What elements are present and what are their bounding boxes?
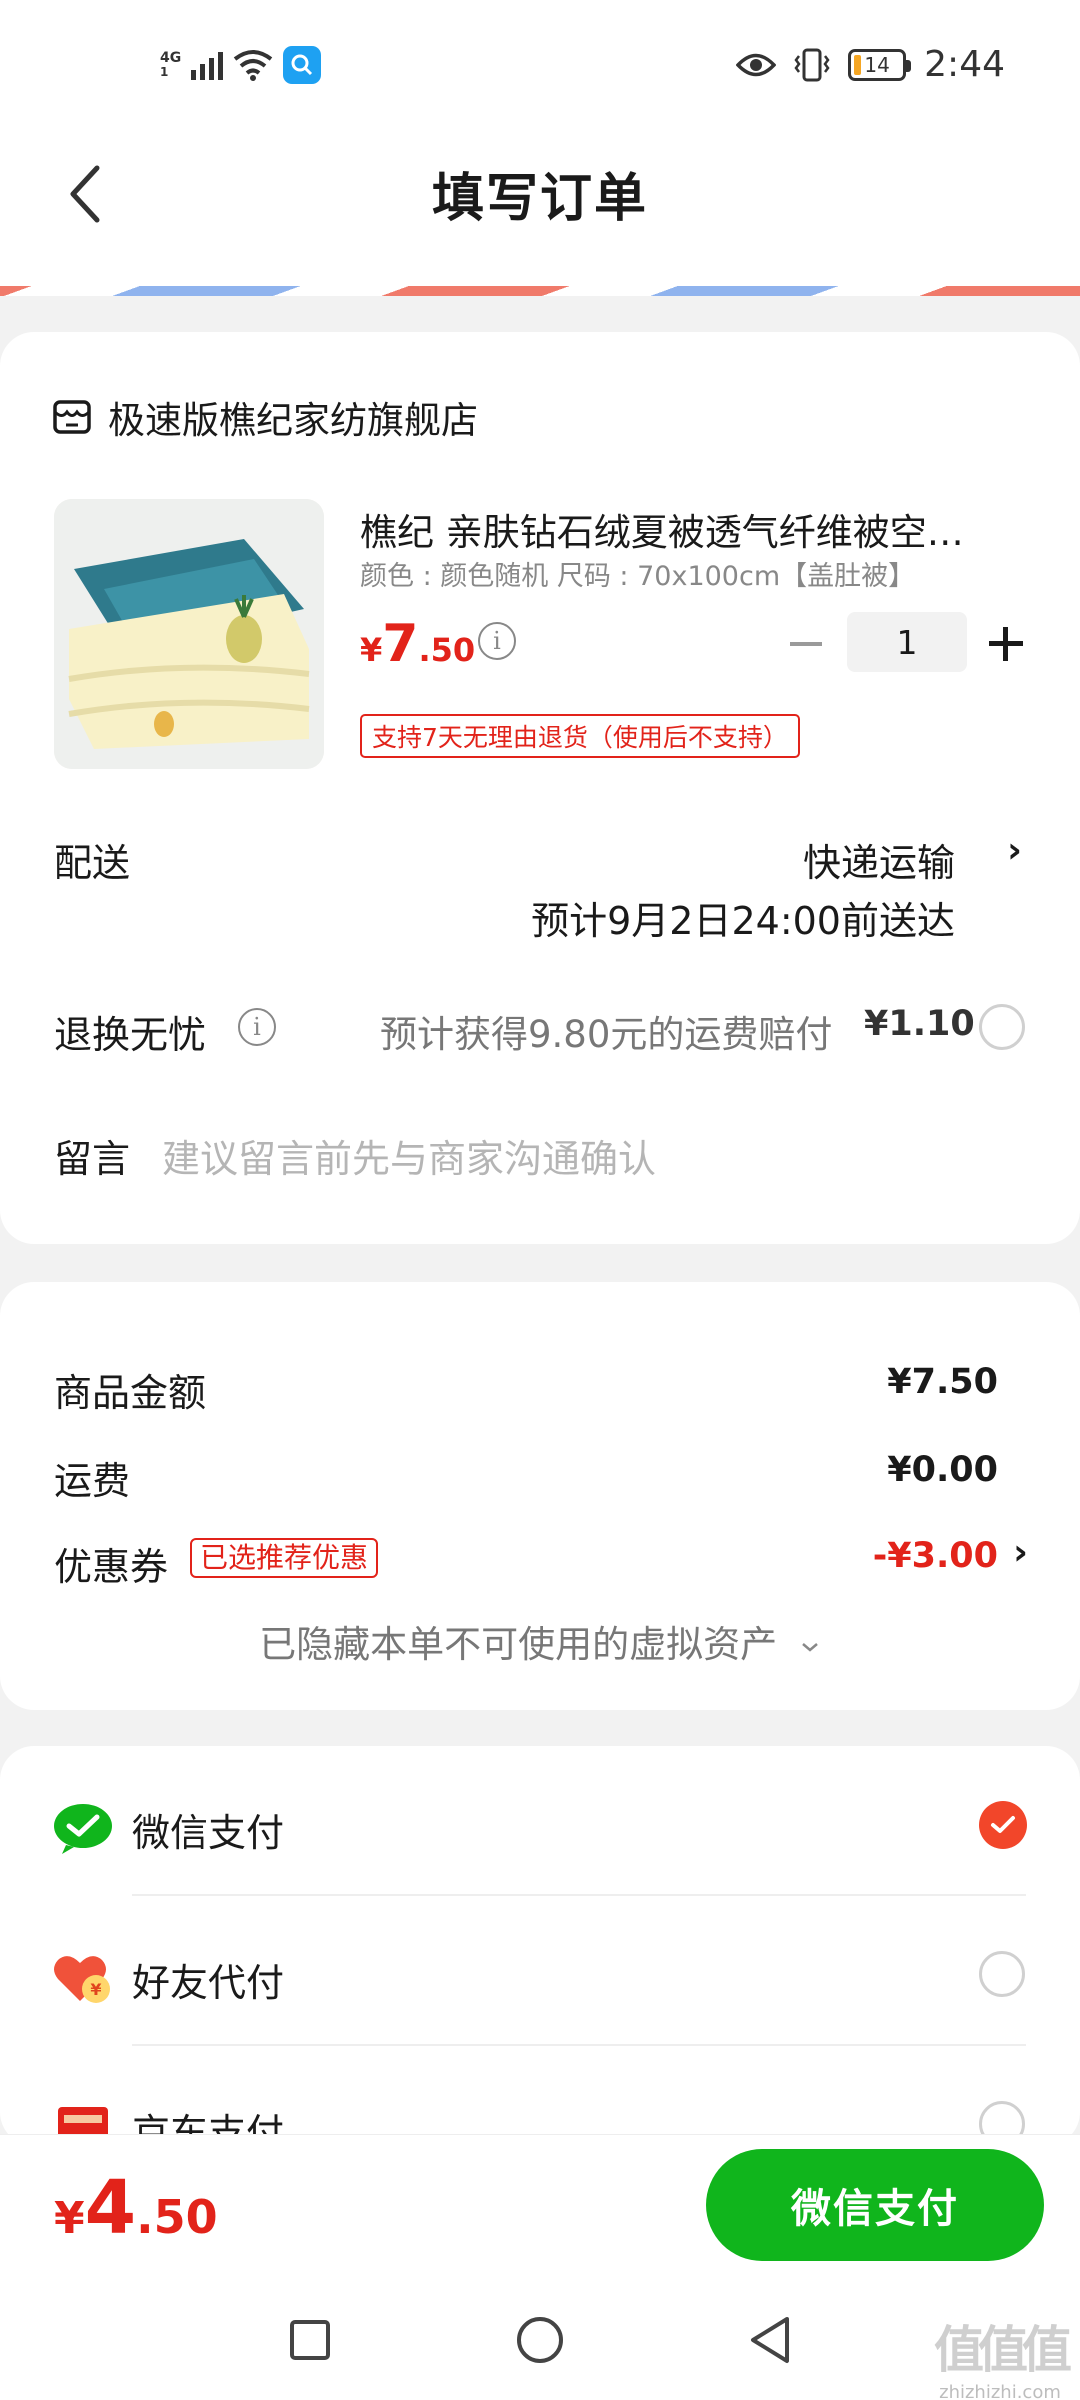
quantity-increase-button[interactable] [985,623,1027,665]
coupon-tag: 已选推荐优惠 [190,1538,379,1578]
worry-free-label: 退换无忧 [54,1013,207,1057]
friend-pay-icon: ¥ [54,1956,110,2003]
shipping-label: 运费 [54,1459,131,1503]
price-info-icon[interactable]: i [478,622,516,660]
goods-amount-value: ¥7.50 [887,1362,998,1402]
payment-methods-card: 微信支付 ¥ 好友代付 京东支付 [0,1746,1080,2146]
network-type: 4G [160,50,182,66]
price-summary-card: 商品金额 ¥7.50 运费 ¥0.00 优惠券 已选推荐优惠 -¥3.00 › … [0,1282,1080,1710]
airmail-border [0,280,1080,296]
shipping-value: ¥0.00 [887,1450,998,1490]
watermark-text: zhizhizhi.com [939,2382,1061,2400]
payment-option-jd[interactable]: 京东支付 [0,2046,1080,2146]
battery-level: 14 [864,52,890,77]
battery-icon: 14 [848,48,912,81]
watermark: 值值值 zhizhizhi.com [930,2310,1072,2400]
coupon-value[interactable]: -¥3.00 [873,1536,998,1576]
system-nav-bar [0,2282,1080,2400]
checkmark-icon [991,1816,1015,1833]
status-bar: 4G 1 14 2:44 [0,0,1080,130]
product-title[interactable]: 樵纪 亲肤钻石绒夏被透气纤维被空调被 [360,502,1000,556]
product-spec: 颜色 : 颜色随机 尺码 : 70x100cm【盖肚被】 [360,561,916,592]
product-image[interactable] [54,499,324,769]
vibrate-icon [794,48,830,81]
chevron-down-icon [802,1642,818,1652]
page-title: 填写订单 [431,169,648,229]
quantity-value[interactable]: 1 [847,612,967,672]
goods-amount-label: 商品金额 [54,1371,207,1415]
page-header: 填写订单 [0,130,1080,280]
checkout-bar: ¥ 4 .50 微信支付 [0,2134,1080,2282]
payment-radio[interactable] [979,1951,1025,1997]
total-integer: 4 [84,2165,137,2251]
svg-text:¥: ¥ [90,1980,101,1999]
coupon-chevron-icon[interactable]: › [1013,1532,1028,1573]
payment-label: 微信支付 [132,1811,285,1855]
square-icon [290,2320,330,2360]
order-card: 极速版樵纪家纺旗舰店 樵纪 亲肤钻石绒夏被透气纤维被空调被 颜色 : 颜色随机 … [0,332,1080,1244]
order-total: ¥ 4 .50 [54,2165,218,2251]
return-policy-tag: 支持7天无理由退货（使用后不支持） [360,714,800,758]
status-right: 14 2:44 [736,44,1005,85]
total-decimal: .50 [136,2190,218,2244]
payment-option-friend[interactable]: ¥ 好友代付 [0,1896,1080,2046]
shop-header[interactable]: 极速版樵纪家纺旗舰店 [52,390,478,444]
worry-free-description: 预计获得9.80元的运费赔付 [380,1013,833,1056]
wechat-pay-icon [54,1804,112,1854]
price-integer: 7 [382,614,419,674]
circle-icon [517,2317,563,2363]
price-decimal: .50 [418,631,476,669]
wifi-icon [234,50,273,81]
total-currency: ¥ [54,2193,85,2244]
product-price: ¥ 7 .50 [360,614,475,674]
worry-free-info-icon[interactable]: i [238,1008,276,1046]
delivery-label: 配送 [54,841,131,885]
quantity-decrease-button[interactable] [786,624,826,664]
home-button[interactable] [510,2310,570,2370]
pay-button[interactable]: 微信支付 [706,2149,1044,2261]
hidden-assets-text: 已隐藏本单不可使用的虚拟资产 [259,1623,778,1666]
status-left: 4G 1 [160,46,322,84]
coupon-label[interactable]: 优惠券 [54,1536,168,1591]
triangle-back-icon [751,2317,789,2363]
signal-icon [191,50,224,80]
payment-option-wechat[interactable]: 微信支付 [0,1746,1080,1896]
delivery-eta: 预计9月2日24:00前送达 [531,899,955,943]
eye-icon [736,53,777,76]
payment-radio-selected[interactable] [979,1801,1027,1849]
worry-free-price: ¥1.10 [864,1004,975,1044]
delivery-method[interactable]: 快递运输 [803,832,955,887]
hidden-assets-toggle[interactable]: 已隐藏本单不可使用的虚拟资产 [0,1614,1080,1668]
message-input[interactable]: 建议留言前先与商家沟通确认 [162,1128,656,1183]
chevron-right-icon[interactable]: › [1007,830,1022,871]
message-label: 留言 [54,1137,131,1181]
app-notification-icon [283,46,322,84]
watermark-mark: 值值值 [934,2321,1072,2379]
price-currency: ¥ [360,631,383,669]
payment-label: 好友代付 [132,1961,285,2005]
store-icon [53,400,91,434]
network-indicator: 4G 1 [160,51,181,79]
recents-button[interactable] [280,2310,340,2370]
network-subindex: 1 [160,65,169,79]
shop-name: 极速版樵纪家纺旗舰店 [108,399,478,442]
status-time: 2:44 [924,44,1005,85]
back-nav-button[interactable] [740,2310,800,2370]
worry-free-radio[interactable] [979,1004,1025,1050]
